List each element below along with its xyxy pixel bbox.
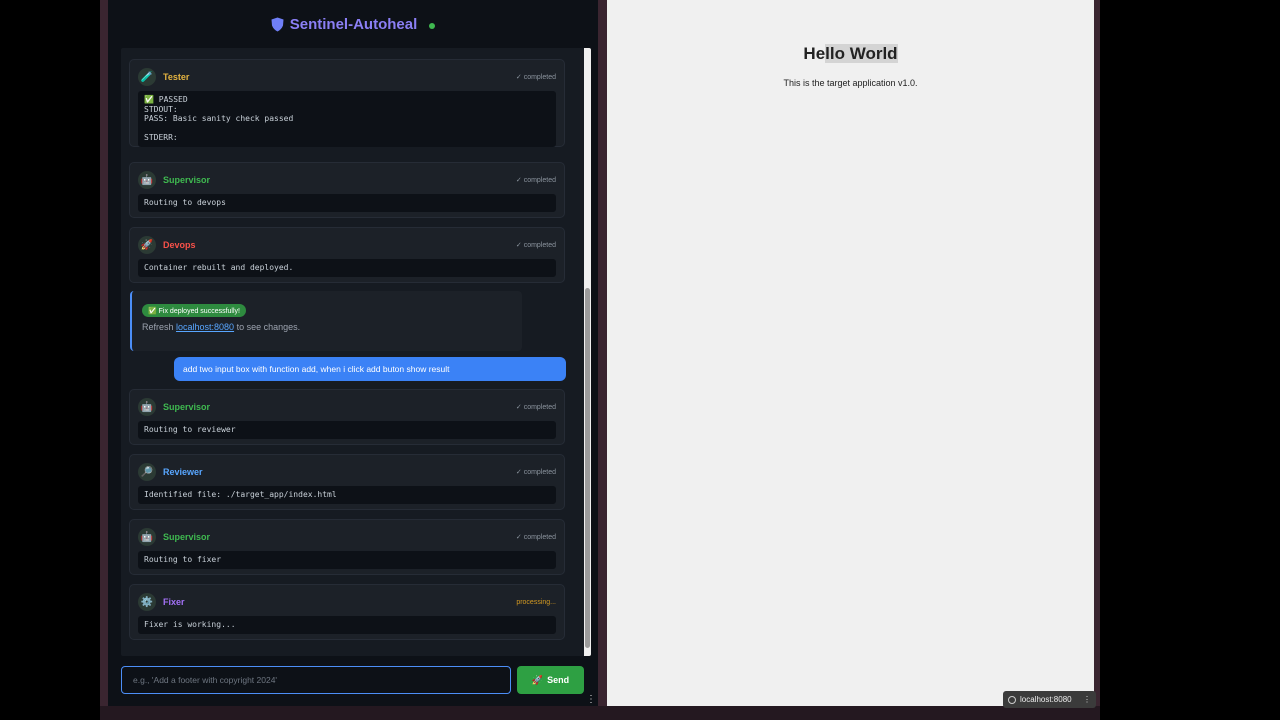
more-menu-icon[interactable]: ⋮ [1083, 695, 1091, 704]
localhost-link[interactable]: localhost:8080 [176, 322, 234, 332]
agent-name: Supervisor [163, 402, 211, 412]
rocket-icon: 🚀 [531, 674, 544, 685]
globe-icon [1008, 695, 1016, 704]
agent-name: Supervisor [163, 175, 211, 185]
agent-header: 🔎 Reviewer ✓ completed [138, 463, 556, 481]
agent-output: Identified file: ./target_app/index.html [138, 486, 556, 504]
agent-status: ✓ completed [515, 242, 556, 249]
agent-status: ✓ completed [515, 469, 556, 476]
devops-icon: 🚀 [138, 236, 156, 254]
send-label: Send [547, 675, 570, 685]
agent-header: 🤖 Supervisor ✓ completed [138, 398, 556, 416]
agent-status: processing... [516, 598, 556, 606]
agent-message-card: 🔎 Reviewer ✓ completed Identified file: ./t… [129, 454, 565, 510]
deploy-text: Refresh localhost:8080 to see changes. [142, 322, 300, 332]
fixer-icon: ⚙️ [138, 593, 156, 611]
status-dot [429, 23, 436, 29]
agent-header: 🤖 Supervisor ✓ completed [138, 171, 556, 189]
agent-name: Tester [163, 72, 190, 82]
heading-part-1: He [803, 44, 826, 63]
agent-output: Container rebuilt and deployed. [138, 259, 556, 277]
agent-message-card: 🧪 Tester ✓ completed ✅ PASSED STDOUT: PASS:… [129, 59, 565, 147]
agent-output: ✅ PASSED STDOUT: PASS: Basic sanity chec… [138, 91, 556, 147]
deploy-notice: ✅ Fix deployed successfully! Refresh loc… [130, 291, 522, 351]
reviewer-icon: 🔎 [138, 463, 156, 481]
deploy-text-before: Refresh [142, 322, 177, 332]
agent-status: ✓ completed [515, 74, 556, 81]
chat-input[interactable] [121, 666, 511, 694]
window-frame-bottom [100, 706, 1100, 720]
agent-message-card: 🚀 Devops ✓ completed Container rebuilt and … [129, 227, 565, 283]
preview-pane: Hello World This is the target applicati… [607, 0, 1094, 706]
input-row: 🚀 Send [121, 666, 584, 694]
url-text: localhost:8080 [1020, 695, 1072, 704]
send-button[interactable]: 🚀 Send [517, 666, 584, 694]
agent-header: 🧪 Tester ✓ completed [138, 68, 556, 86]
agent-header: 🚀 Devops ✓ completed [138, 236, 556, 254]
agent-status: ✓ completed [515, 404, 556, 411]
scrollbar-thumb[interactable] [585, 288, 590, 648]
user-message: add two input box with function add, whe… [174, 357, 566, 381]
agent-message-card: 🤖 Supervisor ✓ completed Routing to devops [129, 162, 565, 218]
supervisor-icon: 🤖 [138, 171, 156, 189]
app-header: Sentinel-Autoheal [108, 0, 598, 48]
agent-status: ✓ completed [515, 534, 556, 541]
target-heading: Hello World [607, 44, 1094, 64]
agent-status: ✓ completed [515, 177, 556, 184]
agent-output: Fixer is working... [138, 616, 556, 634]
agent-header: 🤖 Supervisor ✓ completed [138, 528, 556, 546]
agent-name: Supervisor [163, 532, 211, 542]
supervisor-icon: 🤖 [138, 528, 156, 546]
target-description: This is the target application v1.0. [783, 78, 918, 88]
agent-message-card: ⚙️ Fixer processing... Fixer is working... [129, 584, 565, 640]
heading-part-2: llo World [825, 44, 898, 63]
deploy-text-after: to see changes. [234, 322, 301, 332]
agent-output: Routing to devops [138, 194, 556, 212]
shield-icon [271, 17, 284, 31]
agent-message-card: 🤖 Supervisor ✓ completed Routing to fixer [129, 519, 565, 575]
agent-header: ⚙️ Fixer processing... [138, 593, 556, 611]
chat-pane: Sentinel-Autoheal 🧪 Tester ✓ completed ✅ PA… [108, 0, 598, 706]
agent-output: Routing to fixer [138, 551, 556, 569]
chat-log[interactable]: 🧪 Tester ✓ completed ✅ PASSED STDOUT: PASS:… [121, 48, 591, 656]
deploy-badge: ✅ Fix deployed successfully! [142, 304, 246, 317]
app-title: Sentinel-Autoheal [289, 15, 418, 33]
agent-output: Routing to reviewer [138, 421, 556, 439]
agent-name: Devops [163, 240, 196, 250]
pane-menu-icon[interactable]: ⋮ [586, 694, 596, 705]
agent-message-card: 🤖 Supervisor ✓ completed Routing to reviewe… [129, 389, 565, 445]
agent-name: Reviewer [163, 467, 203, 477]
tester-icon: 🧪 [138, 68, 156, 86]
scrollbar-track[interactable] [584, 48, 591, 656]
agent-name: Fixer [163, 597, 185, 607]
supervisor-icon: 🤖 [138, 398, 156, 416]
url-chip[interactable]: localhost:8080 ⋮ [1003, 691, 1096, 708]
